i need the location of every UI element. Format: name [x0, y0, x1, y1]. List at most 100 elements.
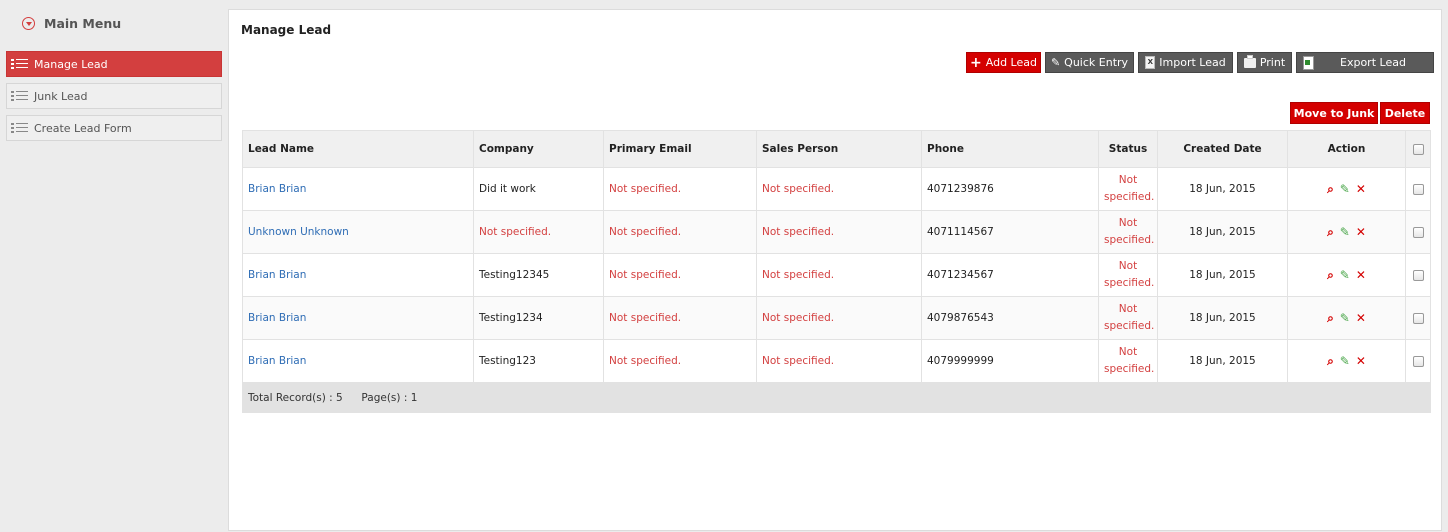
column-header-phone[interactable]: Phone: [921, 130, 1099, 168]
quick-entry-button[interactable]: ✎ Quick Entry: [1045, 52, 1134, 73]
sidebar-item-junk-lead[interactable]: Junk Lead: [6, 83, 222, 109]
row-select-cell: [1405, 296, 1431, 340]
magnifier-icon[interactable]: ⌕: [1327, 268, 1334, 283]
sidebar: Main Menu Manage Lead Junk Lead Create L…: [0, 0, 228, 532]
select-all-checkbox[interactable]: [1412, 143, 1424, 155]
row-select-cell: [1405, 339, 1431, 383]
phone-cell: 4079876543: [921, 296, 1099, 340]
main-panel: Manage Lead + Add Lead ✎ Quick Entry X I…: [228, 9, 1442, 531]
pencil-icon[interactable]: ✎: [1340, 182, 1350, 196]
action-cell: ⌕ ✎ ✕: [1287, 210, 1406, 254]
page-title: Manage Lead: [241, 23, 332, 37]
row-checkbox[interactable]: [1412, 312, 1424, 324]
status-cell: Not specified.: [1098, 210, 1158, 254]
add-lead-button[interactable]: + Add Lead: [966, 52, 1041, 73]
table-row: Brian Brian Testing123 Not specified. No…: [242, 339, 1431, 383]
main-menu-header[interactable]: Main Menu: [22, 13, 121, 33]
select-all-cell: [1405, 130, 1431, 168]
delete-button[interactable]: Delete: [1380, 102, 1430, 124]
row-select-cell: [1405, 167, 1431, 211]
list-icon: [11, 58, 29, 70]
magnifier-icon[interactable]: ⌕: [1327, 311, 1334, 326]
close-icon[interactable]: ✕: [1356, 182, 1366, 196]
row-checkbox[interactable]: [1412, 355, 1424, 367]
email-cell: Not specified.: [603, 253, 757, 297]
close-icon[interactable]: ✕: [1356, 354, 1366, 368]
pencil-icon[interactable]: ✎: [1340, 311, 1350, 325]
close-icon[interactable]: ✕: [1356, 311, 1366, 325]
total-records-value: 5: [336, 391, 343, 404]
lead-name-link[interactable]: Unknown Unknown: [248, 226, 349, 238]
company-cell: Not specified.: [473, 210, 604, 254]
printer-icon: [1243, 54, 1256, 68]
total-records-label: Total Record(s) :: [248, 391, 333, 404]
status-cell: Not specified.: [1098, 253, 1158, 297]
row-checkbox[interactable]: [1412, 226, 1424, 238]
created-date-cell: 18 Jun, 2015: [1157, 339, 1288, 383]
column-header-created-date[interactable]: Created Date: [1157, 130, 1288, 168]
action-cell: ⌕ ✎ ✕: [1287, 339, 1406, 383]
company-cell: Testing1234: [473, 296, 604, 340]
table-row: Brian Brian Testing1234 Not specified. N…: [242, 296, 1431, 340]
action-cell: ⌕ ✎ ✕: [1287, 253, 1406, 297]
column-header-primary-email[interactable]: Primary Email: [603, 130, 757, 168]
table-header-row: Lead Name Company Primary Email Sales Pe…: [242, 130, 1431, 168]
leads-table: Lead Name Company Primary Email Sales Pe…: [242, 130, 1431, 413]
created-date-cell: 18 Jun, 2015: [1157, 253, 1288, 297]
company-cell: Testing12345: [473, 253, 604, 297]
email-cell: Not specified.: [603, 167, 757, 211]
lead-name-link[interactable]: Brian Brian: [248, 269, 306, 281]
column-header-company[interactable]: Company: [473, 130, 604, 168]
move-to-junk-button[interactable]: Move to Junk: [1290, 102, 1378, 124]
circle-chevron-down-icon[interactable]: [22, 16, 35, 30]
close-icon[interactable]: ✕: [1356, 268, 1366, 282]
status-cell: Not specified.: [1098, 167, 1158, 211]
magnifier-icon[interactable]: ⌕: [1327, 354, 1334, 369]
pagination-summary: Total Record(s) : 5 Page(s) : 1: [242, 382, 1431, 413]
document-icon: X: [1145, 56, 1156, 69]
print-button[interactable]: Print: [1237, 52, 1292, 73]
table-row: Brian Brian Testing12345 Not specified. …: [242, 253, 1431, 297]
sales-person-cell: Not specified.: [756, 253, 922, 297]
lead-name-link[interactable]: Brian Brian: [248, 183, 306, 195]
list-icon: [11, 90, 29, 102]
created-date-cell: 18 Jun, 2015: [1157, 296, 1288, 340]
import-lead-button[interactable]: X Import Lead: [1138, 52, 1233, 73]
export-lead-button[interactable]: Export Lead: [1296, 52, 1434, 73]
table-row: Unknown Unknown Not specified. Not speci…: [242, 210, 1431, 254]
lead-name-link[interactable]: Brian Brian: [248, 355, 306, 367]
pages-value: 1: [410, 391, 418, 404]
phone-cell: 4071239876: [921, 167, 1099, 211]
pencil-icon: ✎: [1050, 56, 1061, 69]
sales-person-cell: Not specified.: [756, 210, 922, 254]
created-date-cell: 18 Jun, 2015: [1157, 210, 1288, 254]
column-header-status[interactable]: Status: [1098, 130, 1158, 168]
row-select-cell: [1405, 210, 1431, 254]
pages-label: Page(s) :: [361, 391, 408, 404]
column-header-sales-person[interactable]: Sales Person: [756, 130, 922, 168]
phone-cell: 4071234567: [921, 253, 1099, 297]
table-footer-row: Total Record(s) : 5 Page(s) : 1: [242, 382, 1431, 413]
close-icon[interactable]: ✕: [1356, 225, 1366, 239]
sidebar-item-label: Junk Lead: [34, 89, 88, 103]
action-cell: ⌕ ✎ ✕: [1287, 167, 1406, 211]
phone-cell: 4079999999: [921, 339, 1099, 383]
magnifier-icon[interactable]: ⌕: [1327, 182, 1334, 197]
sidebar-item-create-lead-form[interactable]: Create Lead Form: [6, 115, 222, 141]
sidebar-item-label: Manage Lead: [34, 57, 108, 71]
magnifier-icon[interactable]: ⌕: [1327, 225, 1334, 240]
main-menu-title: Main Menu: [44, 15, 122, 31]
email-cell: Not specified.: [603, 296, 757, 340]
list-icon: [11, 122, 29, 134]
pencil-icon[interactable]: ✎: [1340, 354, 1350, 368]
created-date-cell: 18 Jun, 2015: [1157, 167, 1288, 211]
row-checkbox[interactable]: [1412, 269, 1424, 281]
pencil-icon[interactable]: ✎: [1340, 268, 1350, 282]
sidebar-item-manage-lead[interactable]: Manage Lead: [6, 51, 222, 77]
phone-cell: 4071114567: [921, 210, 1099, 254]
column-header-lead-name[interactable]: Lead Name: [242, 130, 474, 168]
row-checkbox[interactable]: [1412, 183, 1424, 195]
lead-name-link[interactable]: Brian Brian: [248, 312, 306, 324]
action-cell: ⌕ ✎ ✕: [1287, 296, 1406, 340]
pencil-icon[interactable]: ✎: [1340, 225, 1350, 239]
